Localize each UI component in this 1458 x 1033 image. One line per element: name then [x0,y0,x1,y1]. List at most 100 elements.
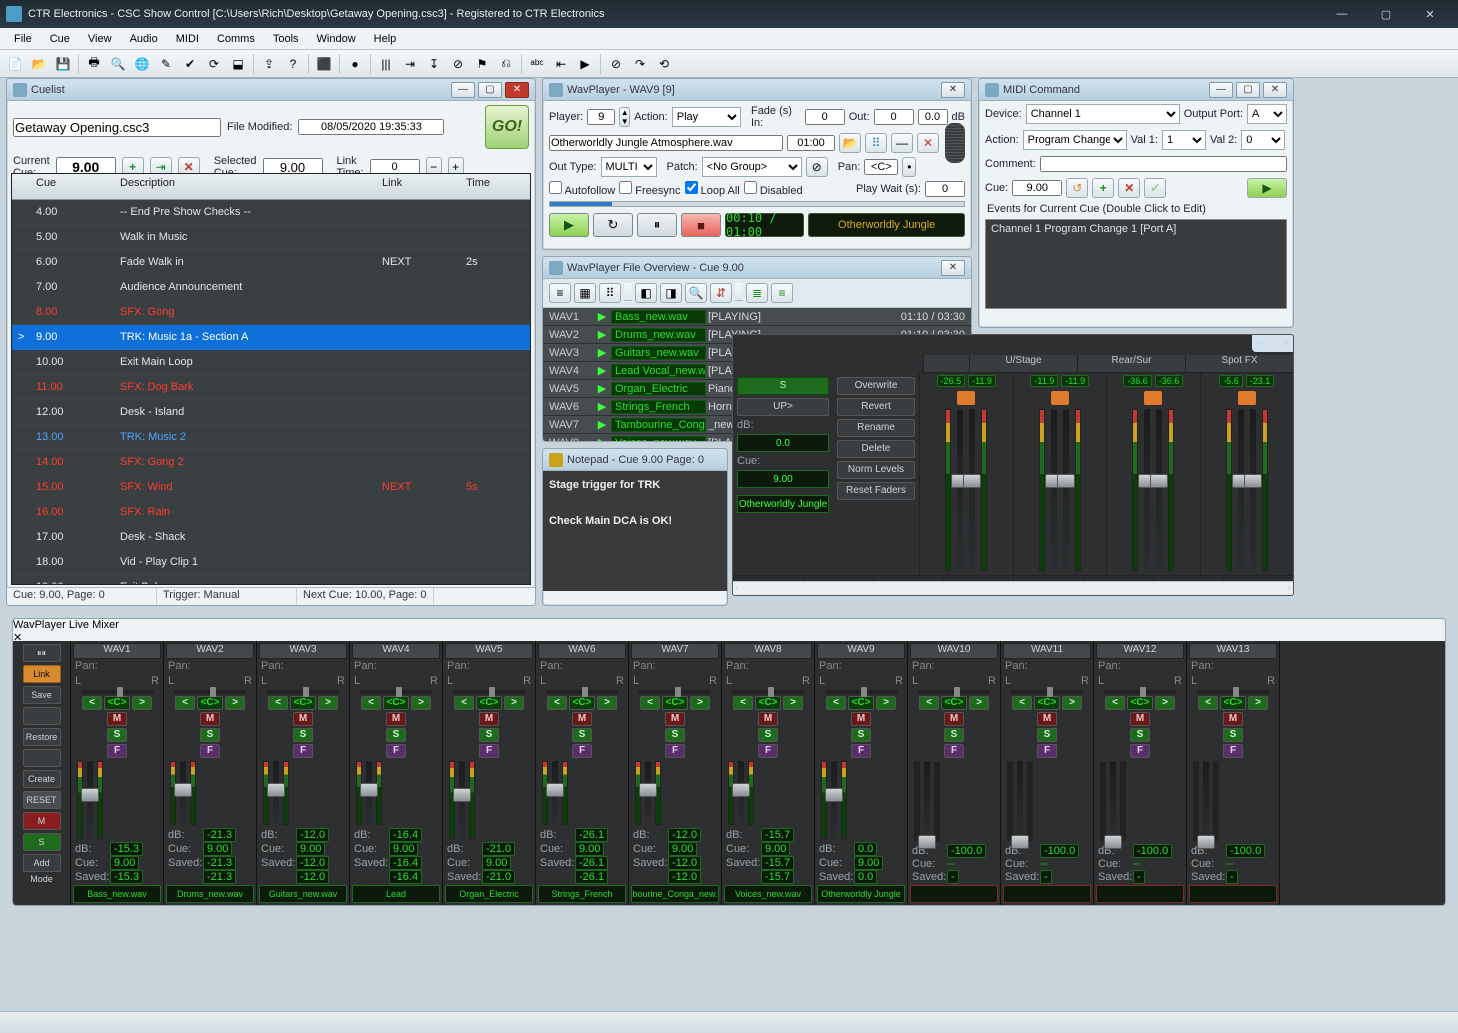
center-icon[interactable]: <C> [104,696,130,710]
toolbar-button-32[interactable]: ⟲ [653,53,675,75]
next-icon[interactable]: > [1062,696,1082,710]
cue-row[interactable]: 12.00Desk - Island [12,400,530,425]
cue-row[interactable]: 18.00Vid - Play Clip 1 [12,550,530,575]
panel-close-button[interactable]: ✕ [1263,82,1287,98]
midi-send-button[interactable]: ▶ [1247,178,1287,198]
next-icon[interactable]: > [504,696,524,710]
fx-button[interactable]: F [572,744,592,758]
fx-button[interactable]: F [200,744,220,758]
col-time[interactable]: Time [460,174,530,199]
pan-slider[interactable] [81,690,153,694]
toolbar-button-2[interactable]: 💾 [52,53,74,75]
toolbar-button-4[interactable]: 🖶 [83,53,105,75]
toolbar-button-9[interactable]: ⟳ [203,53,225,75]
toolbar-button-7[interactable]: ✎ [155,53,177,75]
center-icon[interactable]: <C> [1220,696,1246,710]
panel-minimize-button[interactable]: — [451,82,475,98]
cue-row[interactable]: 5.00Walk in Music [12,225,530,250]
val1-select[interactable]: 1 [1162,130,1206,150]
toolbar-button-12[interactable]: ⇪ [258,53,280,75]
channel-fader[interactable] [1197,835,1215,849]
center-icon[interactable]: <C> [383,696,409,710]
lm-left-save[interactable]: Save [23,686,61,704]
next-icon[interactable]: > [876,696,896,710]
remove-button[interactable]: ✕ [917,133,939,153]
lm-left-link[interactable]: Link [23,665,61,683]
device-select[interactable]: Channel 1 [1026,104,1180,124]
window-maximize-button[interactable]: ▢ [1364,3,1408,25]
pan-slider[interactable] [267,690,339,694]
mute-button[interactable]: M [944,712,964,726]
cue-row[interactable]: 8.00SFX: Gong [12,300,530,325]
midi-delete-button[interactable]: ✕ [1118,178,1140,198]
fo-sort-icon[interactable]: ⇵ [710,283,732,303]
loopall-checkbox[interactable]: Loop All [685,181,740,197]
next-icon[interactable]: > [411,696,431,710]
panel-maximize-button[interactable]: ▢ [1236,82,1260,98]
fo-list-icon[interactable]: ≡ [549,283,571,303]
mute-button[interactable]: M [665,712,685,726]
player-spinner[interactable]: ▲▼ [619,107,630,127]
channel-fader[interactable] [453,788,471,802]
prev-icon[interactable]: < [919,696,939,710]
cue-row[interactable]: 11.00SFX: Dog Bark [12,375,530,400]
center-icon[interactable]: <C> [197,696,223,710]
solo-button[interactable]: S [665,728,685,742]
solo-button[interactable]: S [737,377,829,395]
next-icon[interactable]: > [225,696,245,710]
fo-align-right-icon[interactable]: ≡ [771,283,793,303]
toolbar-button-1[interactable]: 📂 [28,53,50,75]
panel-close-button[interactable]: ✕ [1282,337,1291,350]
progress-bar[interactable] [549,201,965,207]
solo-button[interactable]: S [1037,728,1057,742]
center-icon[interactable]: <C> [662,696,688,710]
pan-slider[interactable] [918,690,990,694]
fx-button[interactable]: F [479,744,499,758]
mute-button[interactable]: M [479,712,499,726]
toolbar-button-21[interactable]: ↧ [423,53,445,75]
loop-button[interactable]: ↻ [593,213,633,237]
channel-fader[interactable] [1011,835,1029,849]
window-close-button[interactable]: ✕ [1408,3,1452,25]
link-icon[interactable] [1238,391,1256,405]
cuelist-file-field[interactable] [13,118,221,137]
mute-button[interactable]: M [1037,712,1057,726]
midi-add-button[interactable]: + [1092,178,1114,198]
channel-fader[interactable] [360,783,378,797]
center-icon[interactable]: <C> [755,696,781,710]
link-icon[interactable] [1144,391,1162,405]
solo-button[interactable]: S [386,728,406,742]
menu-midi[interactable]: MIDI [168,31,207,47]
side-rename-button[interactable]: Rename [837,419,915,437]
pan-slider[interactable] [174,690,246,694]
mute-button[interactable]: M [1223,712,1243,726]
fader-handle[interactable] [1244,474,1262,488]
cue-row[interactable]: 13.00TRK: Music 2 [12,425,530,450]
player-number-field[interactable] [587,109,615,125]
center-icon[interactable]: <C> [848,696,874,710]
solo-button[interactable]: S [944,728,964,742]
cue-row[interactable]: 7.00Audience Announcement [12,275,530,300]
scroll-left-icon[interactable]: ‹ [735,582,739,595]
pan-field[interactable] [864,159,898,175]
channel-fader[interactable] [732,783,750,797]
toolbar-button-31[interactable]: ↷ [629,53,651,75]
side-norm-levels-button[interactable]: Norm Levels [837,461,915,479]
lm-left-m[interactable]: M [23,812,61,830]
mute-button[interactable]: M [572,712,592,726]
toolbar-button-30[interactable]: ⊘ [605,53,627,75]
panel-minimize-button[interactable]: — [1209,82,1233,98]
fo-tool-1[interactable]: ◧ [635,283,657,303]
mute-button[interactable]: M [758,712,778,726]
action-select[interactable]: Play [672,107,741,127]
panel-maximize-button[interactable]: ▢ [478,82,502,98]
midi-action-select[interactable]: Program Change [1023,130,1127,150]
toolbar-button-5[interactable]: 🔍 [107,53,129,75]
patch-unlink-button[interactable]: ⊘ [806,157,828,177]
pan-reset-button[interactable]: • [902,157,916,177]
open-file-button[interactable]: 📂 [839,133,861,153]
cue-row[interactable]: 16.00 SFX: Rain [12,500,530,525]
up-button[interactable]: UP> [737,398,829,416]
next-icon[interactable]: > [1248,696,1268,710]
solo-button[interactable]: S [479,728,499,742]
